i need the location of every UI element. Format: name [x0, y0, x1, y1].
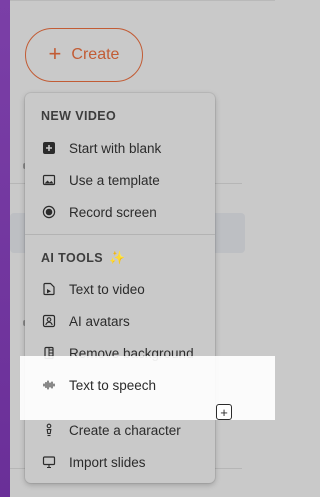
menu-item-record-screen[interactable]: Record screen — [25, 198, 215, 226]
menu-item-label: Use a template — [69, 172, 160, 188]
text-to-video-icon — [41, 281, 57, 297]
menu-item-label: Text to video — [69, 281, 145, 297]
sidebar-strip — [0, 0, 10, 497]
create-button-label: Create — [71, 46, 120, 63]
plus-icon: + — [48, 41, 62, 66]
menu-item-label: Start with blank — [69, 140, 162, 156]
top-divider — [10, 0, 275, 1]
menu-item-ai-avatars[interactable]: AI avatars — [25, 307, 215, 335]
add-button[interactable]: + — [216, 404, 232, 420]
create-menu: NEW VIDEO Start with blank Use a templat… — [25, 93, 215, 483]
menu-item-create-a-character[interactable]: Create a character — [25, 416, 215, 444]
character-icon — [41, 422, 57, 438]
create-button[interactable]: + Create — [25, 28, 143, 82]
menu-item-label: AI avatars — [69, 313, 130, 329]
menu-item-import-slides[interactable]: Import slides — [25, 448, 215, 476]
section-title-label: AI TOOLS — [41, 251, 104, 265]
image-icon — [41, 172, 57, 188]
menu-item-text-to-video[interactable]: Text to video — [25, 275, 215, 303]
menu-item-text-to-speech[interactable]: Text to speech — [23, 371, 213, 399]
waveform-icon — [41, 377, 57, 393]
section-title-new-video: NEW VIDEO — [41, 109, 117, 123]
menu-item-use-a-template[interactable]: Use a template — [25, 166, 215, 194]
section-title-ai-tools: AI TOOLS ✨ — [41, 250, 126, 266]
menu-item-label: Text to speech — [69, 377, 157, 393]
menu-divider — [25, 234, 215, 235]
slides-icon — [41, 454, 57, 470]
menu-item-label: Create a character — [69, 422, 181, 438]
menu-item-label: Record screen — [69, 204, 157, 220]
plus-square-icon — [41, 140, 57, 156]
menu-item-start-with-blank[interactable]: Start with blank — [25, 134, 215, 162]
record-icon — [41, 204, 57, 220]
sparkle-icon: ✨ — [109, 250, 126, 265]
avatar-icon — [41, 313, 57, 329]
menu-item-label: Import slides — [69, 454, 146, 470]
